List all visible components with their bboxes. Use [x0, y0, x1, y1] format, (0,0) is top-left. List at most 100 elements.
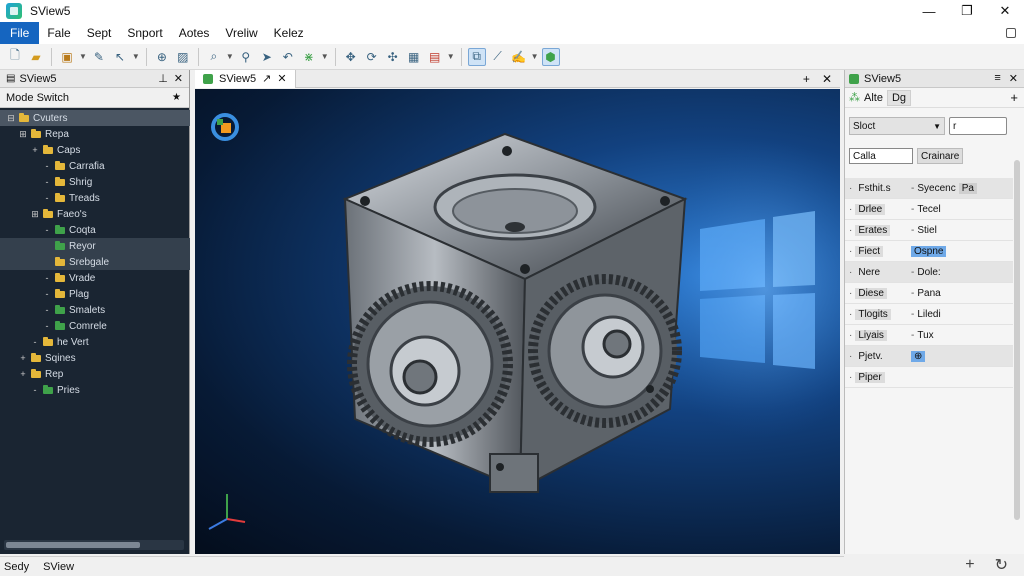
- add-icon[interactable]: +: [1010, 90, 1018, 105]
- property-row[interactable]: · Fiect Ospne: [845, 241, 1013, 262]
- orbit-icon[interactable]: ⟳: [363, 48, 381, 66]
- expand-toggle-icon[interactable]: -: [42, 193, 52, 203]
- refresh-icon[interactable]: ↻: [995, 555, 1008, 575]
- menu-fale[interactable]: Fale: [39, 22, 78, 44]
- expand-toggle-icon[interactable]: -: [42, 161, 52, 171]
- property-row[interactable]: · Tlogits - Liledi: [845, 304, 1013, 325]
- add-icon[interactable]: +: [965, 556, 974, 574]
- property-row[interactable]: · Nere - Dole:: [845, 262, 1013, 283]
- select-arrow-icon[interactable]: ➤: [258, 48, 276, 66]
- tree-item[interactable]: - Shrig: [0, 174, 190, 190]
- save-icon[interactable]: ▣: [58, 48, 76, 66]
- filter-input[interactable]: Calla: [849, 148, 913, 164]
- property-row[interactable]: · Fsthit.s - Syecenc Pa: [845, 178, 1013, 199]
- pan-icon[interactable]: ✣: [384, 48, 402, 66]
- expand-toggle-icon[interactable]: +: [18, 353, 28, 363]
- close-all-icon[interactable]: ✕: [822, 72, 832, 86]
- close-button[interactable]: ✕: [986, 0, 1024, 22]
- property-row[interactable]: · Drlee - Tecel: [845, 199, 1013, 220]
- property-value[interactable]: ⊕: [911, 350, 1013, 362]
- menu-vreliw[interactable]: Vreliw: [217, 22, 265, 44]
- menu-kelez[interactable]: Kelez: [266, 22, 312, 44]
- image-icon[interactable]: ▨: [174, 48, 192, 66]
- pointer-icon[interactable]: ↖: [111, 48, 129, 66]
- mode-switch-header[interactable]: Mode Switch ★: [0, 88, 189, 108]
- annotate-dropdown-icon[interactable]: ▼: [531, 52, 539, 61]
- render-icon[interactable]: ⬢: [541, 47, 560, 66]
- horizontal-scrollbar[interactable]: [4, 540, 184, 550]
- select-dropdown[interactable]: Sloct ▼: [849, 117, 945, 135]
- open-folder-icon[interactable]: ▰: [27, 48, 45, 66]
- filter-button[interactable]: Crainare: [917, 148, 964, 164]
- measure-icon[interactable]: ⟋: [489, 48, 507, 66]
- tree-item[interactable]: - Treads: [0, 190, 190, 206]
- menu-aotes[interactable]: Aotes: [171, 22, 218, 44]
- expand-toggle-icon[interactable]: -: [42, 289, 52, 299]
- tab-close-icon[interactable]: ✕: [277, 72, 286, 85]
- property-value[interactable]: - Pana: [911, 288, 1013, 299]
- subheader-chip[interactable]: Dg: [886, 89, 912, 106]
- property-value[interactable]: Ospne: [911, 245, 1013, 257]
- vertical-scrollbar[interactable]: [1012, 140, 1022, 540]
- tree-item[interactable]: ⊟ Cvuters: [0, 110, 190, 126]
- layout-icon[interactable]: ⧉: [467, 47, 486, 66]
- expand-toggle-icon[interactable]: ⊞: [30, 209, 40, 220]
- tree-item[interactable]: - Coqta: [0, 222, 190, 238]
- restore-doc-icon[interactable]: [1006, 28, 1016, 38]
- save-dropdown-icon[interactable]: ▼: [79, 52, 87, 61]
- tree-item[interactable]: + Sqines: [0, 350, 190, 366]
- pin-icon[interactable]: ⊥: [158, 72, 168, 85]
- tab-pin-icon[interactable]: ↗: [262, 72, 271, 85]
- tree-item[interactable]: + Rep: [0, 366, 190, 382]
- section-icon[interactable]: ▦: [405, 48, 423, 66]
- star-icon[interactable]: ★: [172, 92, 181, 103]
- add-tab-icon[interactable]: +: [803, 72, 810, 86]
- annotate-icon[interactable]: ✍: [510, 48, 528, 66]
- tree-item[interactable]: ⊞ Faeo's: [0, 206, 190, 222]
- new-file-icon[interactable]: 🗋: [6, 48, 24, 66]
- close-panel-icon[interactable]: ✕: [1009, 72, 1018, 85]
- property-row[interactable]: · Liyais - Tux: [845, 325, 1013, 346]
- property-value[interactable]: - Stiel: [911, 225, 1013, 236]
- filter-icon[interactable]: ⁂: [849, 91, 860, 104]
- tree-item[interactable]: - Pries: [0, 382, 190, 398]
- property-row[interactable]: · Erates - Stiel: [845, 220, 1013, 241]
- axis-icon[interactable]: ⋇: [300, 48, 318, 66]
- expand-toggle-icon[interactable]: -: [30, 385, 40, 395]
- menu-snport[interactable]: Snport: [119, 22, 170, 44]
- property-value[interactable]: - Dole:: [911, 267, 1013, 278]
- scrollbar-thumb[interactable]: [6, 542, 140, 548]
- maximize-button[interactable]: ❐: [948, 0, 986, 22]
- target-icon[interactable]: ⊕: [153, 48, 171, 66]
- property-value[interactable]: - Syecenc Pa: [911, 182, 1013, 194]
- minimize-button[interactable]: —: [910, 0, 948, 22]
- expand-toggle-icon[interactable]: -: [42, 225, 52, 235]
- tree-item[interactable]: Reyor: [0, 238, 190, 254]
- expand-toggle-icon[interactable]: -: [42, 321, 52, 331]
- expand-toggle-icon[interactable]: -: [30, 337, 40, 347]
- property-row[interactable]: · Piper: [845, 367, 1013, 388]
- property-chip[interactable]: Ospne: [911, 245, 947, 257]
- property-row[interactable]: · Pjetv. ⊕: [845, 346, 1013, 367]
- tree-item[interactable]: - Comrele: [0, 318, 190, 334]
- close-panel-icon[interactable]: ✕: [174, 72, 183, 85]
- move-icon[interactable]: ✥: [342, 48, 360, 66]
- search-icon[interactable]: ⚲: [237, 48, 255, 66]
- expand-toggle-icon[interactable]: ⊞: [18, 129, 28, 140]
- tree-item[interactable]: Srebgale: [0, 254, 190, 270]
- menu-icon[interactable]: ≡: [994, 72, 1000, 85]
- tree-item[interactable]: - Vrade: [0, 270, 190, 286]
- property-row[interactable]: · Diese - Pana: [845, 283, 1013, 304]
- axis-dropdown-icon[interactable]: ▼: [321, 52, 329, 61]
- view-dropdown-icon[interactable]: ▼: [447, 52, 455, 61]
- 3d-viewport[interactable]: [195, 89, 840, 554]
- tree-item[interactable]: + Caps: [0, 142, 190, 158]
- zoom-icon[interactable]: ⌕: [205, 48, 223, 66]
- property-value[interactable]: - Tecel: [911, 204, 1013, 215]
- tree-item[interactable]: - he Vert: [0, 334, 190, 350]
- tab-sview5[interactable]: SView5 ↗ ✕: [195, 69, 296, 88]
- rotate-icon[interactable]: ↶: [279, 48, 297, 66]
- view-icon[interactable]: ▤: [426, 48, 444, 66]
- tree-item[interactable]: ⊞ Repa: [0, 126, 190, 142]
- scrollbar-thumb[interactable]: [1014, 160, 1020, 520]
